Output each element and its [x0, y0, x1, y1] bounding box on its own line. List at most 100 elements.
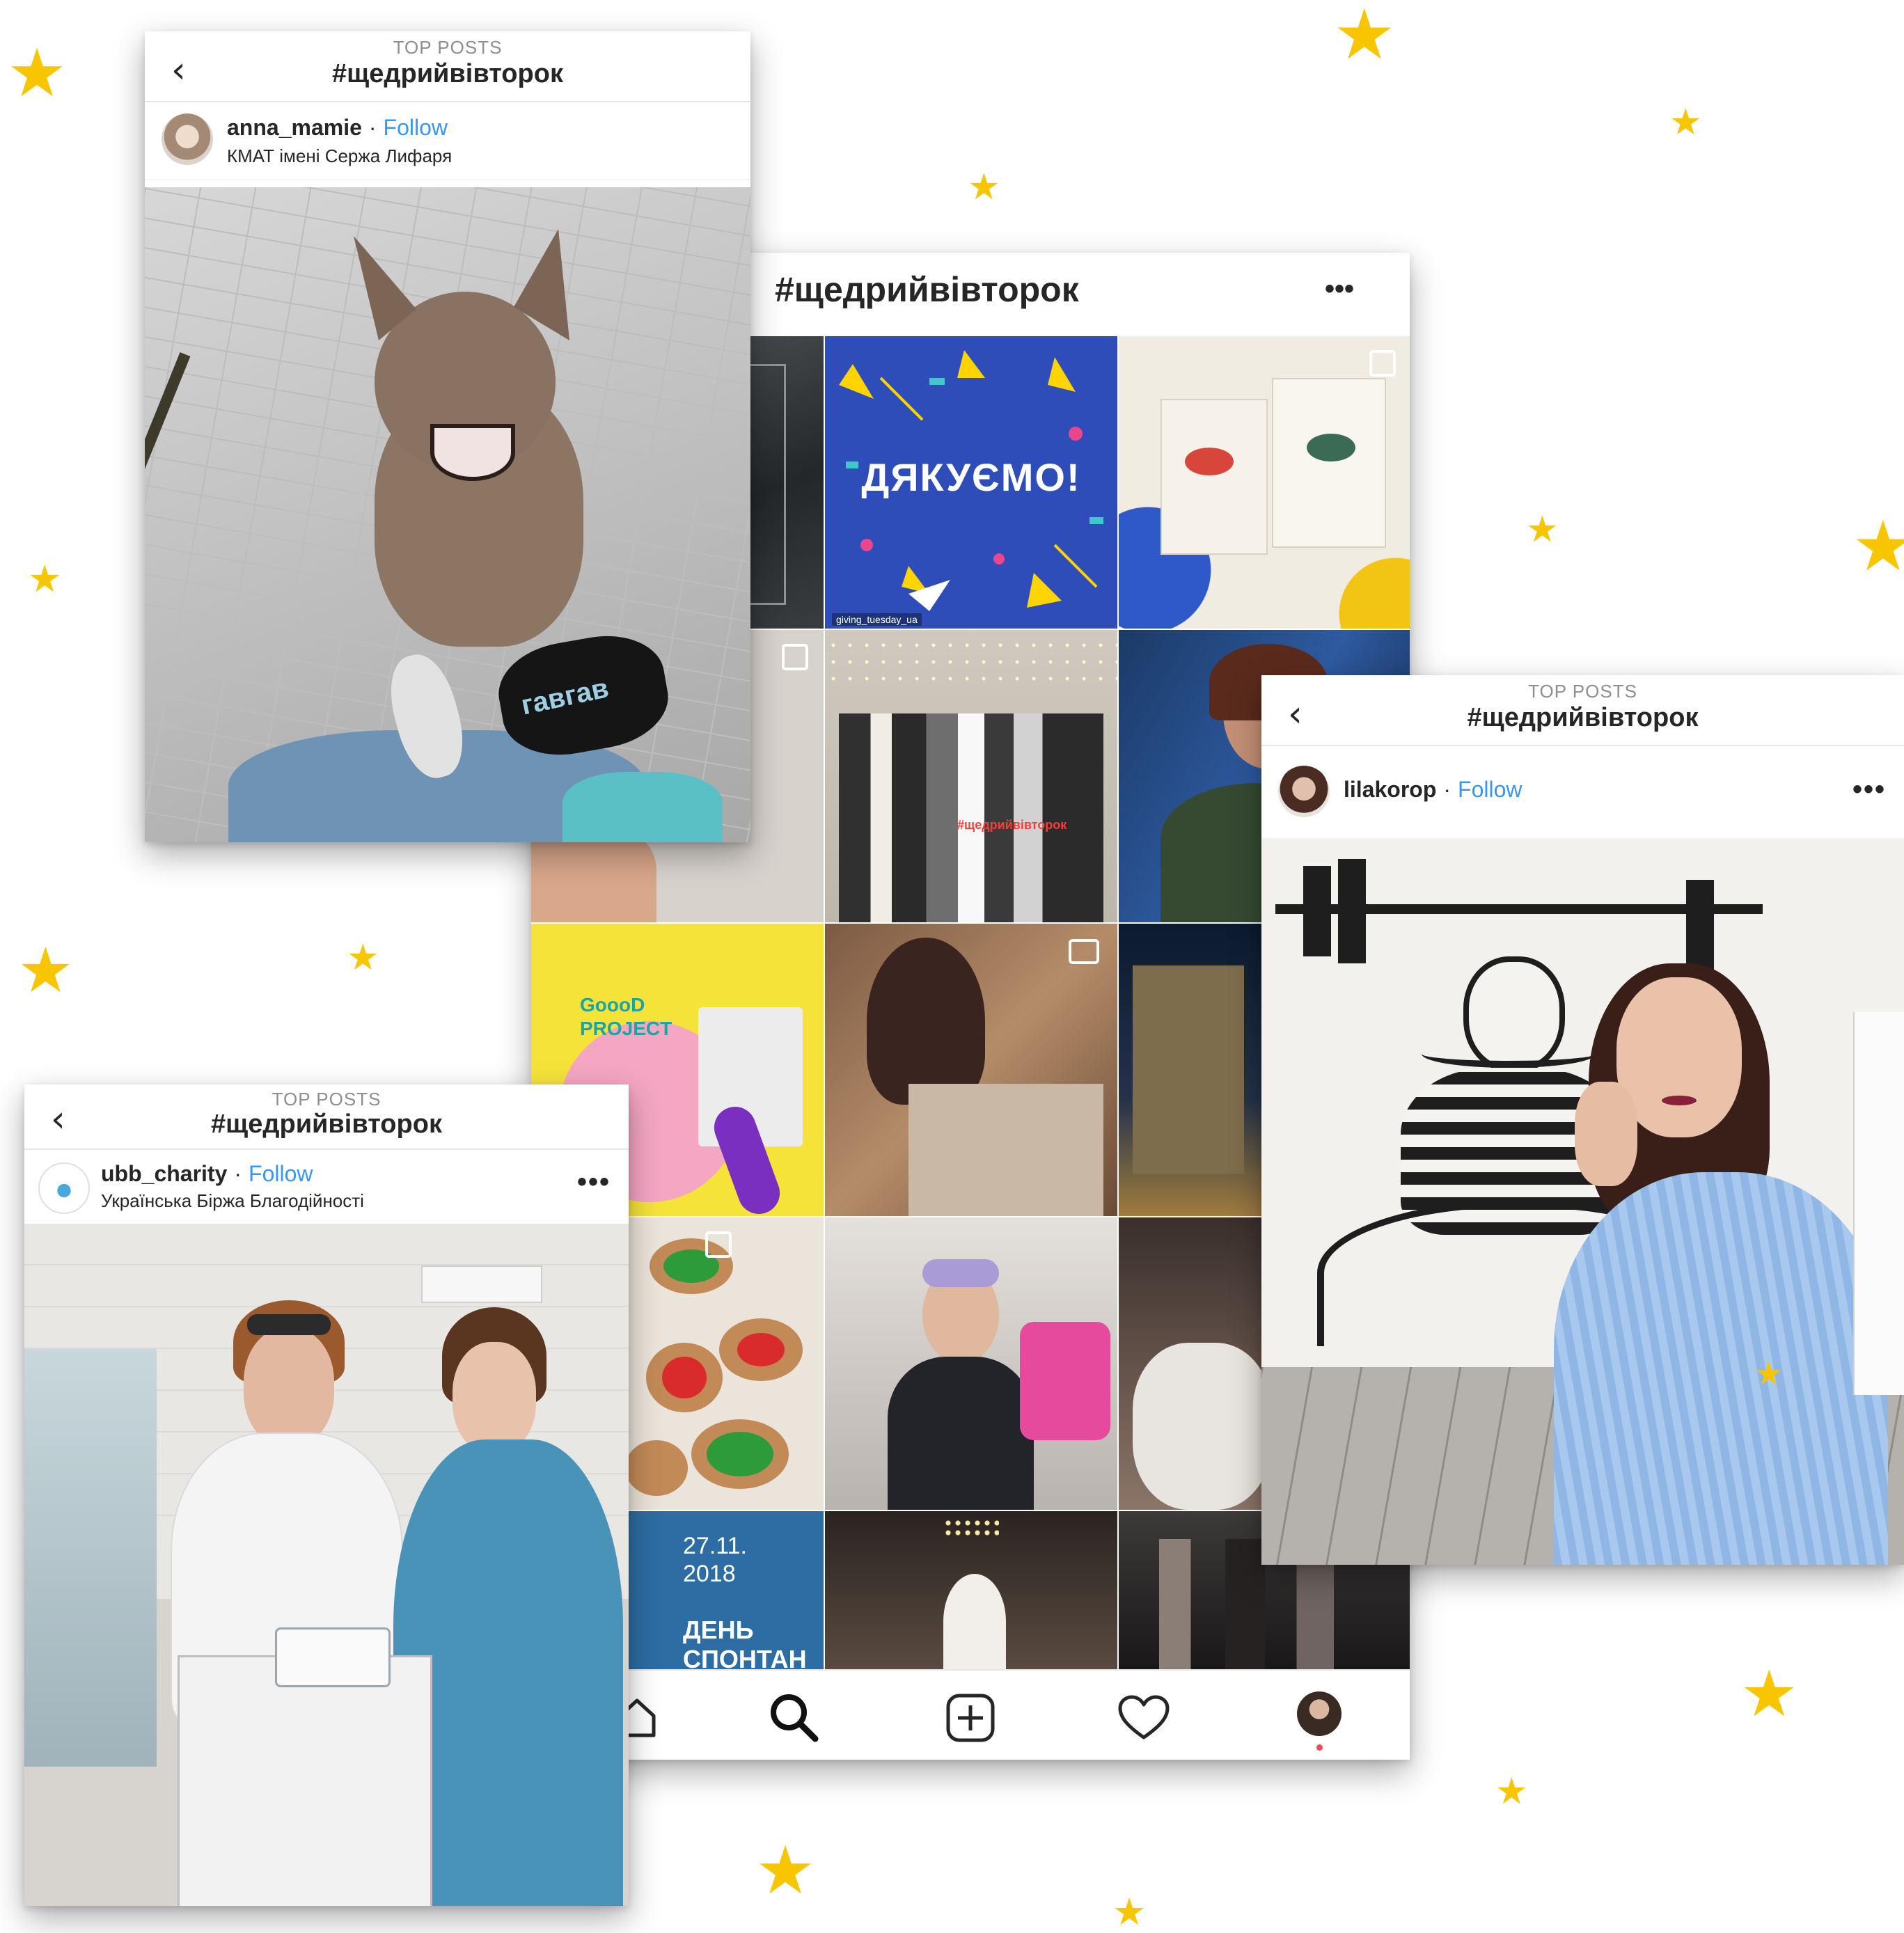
avatar[interactable]	[38, 1162, 90, 1214]
username-row: lilakorop · Follow	[1344, 777, 1522, 803]
star-decoration: ★	[1112, 1891, 1147, 1933]
multiple-photos-icon	[782, 644, 808, 670]
post-user-row: anna_mamie · Follow КМАТ імені Сержа Лифар…	[145, 102, 750, 180]
post-screen-ubb: ‹ TOP POSTS #щедрийвівторок ubb_charity ·…	[24, 1084, 629, 1906]
star-decoration: ★	[1669, 102, 1702, 143]
follow-button[interactable]: Follow	[1458, 777, 1522, 802]
black-dress	[888, 1357, 1034, 1510]
post-screen-lila: ‹ TOP POSTS #щедрийвівторок lilakorop · Fo…	[1261, 675, 1904, 1565]
star-decoration: ★	[17, 936, 74, 1006]
username-row: ubb_charity · Follow	[101, 1161, 313, 1187]
mural-weight	[1303, 866, 1331, 956]
more-options-icon[interactable]: •••	[577, 1167, 611, 1198]
post-user-row: ubb_charity · Follow Українська Біржа Благ…	[24, 1150, 629, 1226]
search-icon[interactable]	[768, 1691, 819, 1743]
sunglasses	[247, 1314, 331, 1335]
separator: ·	[368, 115, 377, 140]
bird-print	[1307, 434, 1355, 461]
mural-weight	[1338, 859, 1366, 963]
header-title: #щедрийвівторок	[1467, 703, 1699, 732]
blue-dress	[1554, 1172, 1888, 1565]
video-icon	[1069, 939, 1099, 964]
mural-weight	[1686, 880, 1714, 977]
avatar[interactable]	[162, 113, 213, 165]
opera-building	[1133, 965, 1244, 1174]
add-post-icon[interactable]	[945, 1693, 996, 1743]
star-decoration: ★	[347, 938, 379, 978]
air-conditioner	[421, 1265, 542, 1303]
username-row: anna_mamie · Follow	[227, 115, 448, 141]
location-label[interactable]: КМАТ імені Сержа Лифаря	[227, 145, 452, 167]
location-label[interactable]: Українська Біржа Благодійності	[101, 1190, 364, 1212]
grid-tile-ballroom[interactable]	[825, 1511, 1117, 1669]
tote-bag	[1272, 378, 1386, 548]
follow-button[interactable]: Follow	[384, 115, 448, 140]
mural-mustache	[1422, 1040, 1596, 1068]
header-title: #щедрийвівторок	[332, 59, 563, 88]
star-decoration: ★	[755, 1833, 816, 1908]
fabric	[908, 1084, 1103, 1216]
post-photo-woman-mural[interactable]	[1261, 838, 1904, 1565]
grid-tile-woman-mask[interactable]	[825, 1217, 1117, 1510]
bottom-nav-bar	[531, 1669, 1410, 1760]
username[interactable]: anna_mamie	[227, 115, 362, 140]
nurse-face	[453, 1342, 536, 1453]
header-subtitle: TOP POSTS	[272, 1089, 381, 1110]
medical-trolley	[178, 1655, 432, 1906]
grid-tile-group-photo[interactable]: #щедрийвівторок	[825, 630, 1117, 922]
post-photo-dog[interactable]: гавгав	[145, 187, 750, 842]
nurse-face	[244, 1328, 334, 1446]
post-user-row: lilakorop · Follow •••	[1261, 746, 1904, 839]
profile-avatar[interactable]	[1297, 1691, 1342, 1736]
star-decoration: ★	[968, 167, 1000, 207]
star-decoration: ★	[1754, 1355, 1784, 1391]
hashtag-banner: #щедрийвівторок	[957, 818, 1067, 832]
star-decoration: ★	[1852, 507, 1904, 585]
day-text: ДЕНЬ СПОНТАН	[683, 1616, 807, 1669]
pink-pillows	[1020, 1322, 1110, 1440]
medical-device	[275, 1627, 391, 1687]
heart-icon[interactable]	[1117, 1694, 1170, 1742]
woman-hand	[1575, 1082, 1637, 1186]
star-decoration: ★	[28, 558, 62, 600]
bird-print	[1185, 448, 1234, 475]
multiple-photos-icon	[705, 1231, 732, 1258]
follow-button[interactable]: Follow	[249, 1161, 313, 1186]
date-text: 27.11. 2018	[683, 1533, 748, 1587]
separator: ·	[1443, 777, 1451, 802]
post-screen-anna: ‹ TOP POSTS #щедрийвівторок anna_mamie · F…	[145, 31, 750, 842]
grid-tile-thanks[interactable]: ДЯКУЄМО! giving_tuesday_ua	[825, 336, 1117, 629]
thanks-text: ДЯКУЄМО!	[861, 455, 1081, 499]
leash	[145, 352, 191, 809]
post-header: ‹ TOP POSTS #щедрийвівторок	[1261, 675, 1904, 746]
avatar[interactable]	[1278, 766, 1330, 817]
notification-dot	[1316, 1744, 1323, 1751]
separator: ·	[234, 1161, 242, 1186]
post-header: ‹ TOP POSTS #щедрийвівторок	[145, 31, 750, 102]
star-decoration: ★	[1526, 510, 1559, 550]
page-title: #щедрийвівторок	[775, 270, 1079, 309]
star-decoration: ★	[1333, 0, 1396, 74]
username[interactable]: lilakorop	[1344, 777, 1436, 802]
username[interactable]: ubb_charity	[101, 1161, 227, 1186]
bride-gown	[943, 1574, 1006, 1669]
header-subtitle: TOP POSTS	[1528, 681, 1637, 702]
white-fridge	[1853, 1012, 1904, 1395]
woman-sewing	[867, 938, 985, 1105]
multiple-photos-icon	[1369, 350, 1396, 377]
star-decoration: ★	[7, 36, 68, 111]
repost-user-label: giving_tuesday_ua	[832, 613, 922, 626]
feather-gown	[1133, 1343, 1272, 1510]
good-project-label: GoooD PROJECT	[580, 994, 672, 1039]
header-title: #щедрийвівторок	[211, 1110, 442, 1139]
grid-tile-sewing-video[interactable]	[825, 924, 1117, 1216]
woman-lips	[1662, 1096, 1697, 1105]
post-photo-nurses[interactable]	[24, 1224, 629, 1906]
more-options-icon[interactable]: •••	[1852, 774, 1886, 805]
chandelier	[943, 1518, 999, 1539]
teal-shirt	[562, 772, 723, 842]
header-subtitle: TOP POSTS	[393, 37, 503, 58]
more-options-icon[interactable]: •••	[1325, 274, 1354, 305]
incubator	[24, 1349, 157, 1767]
grid-tile-tote-bags[interactable]	[1119, 336, 1410, 629]
